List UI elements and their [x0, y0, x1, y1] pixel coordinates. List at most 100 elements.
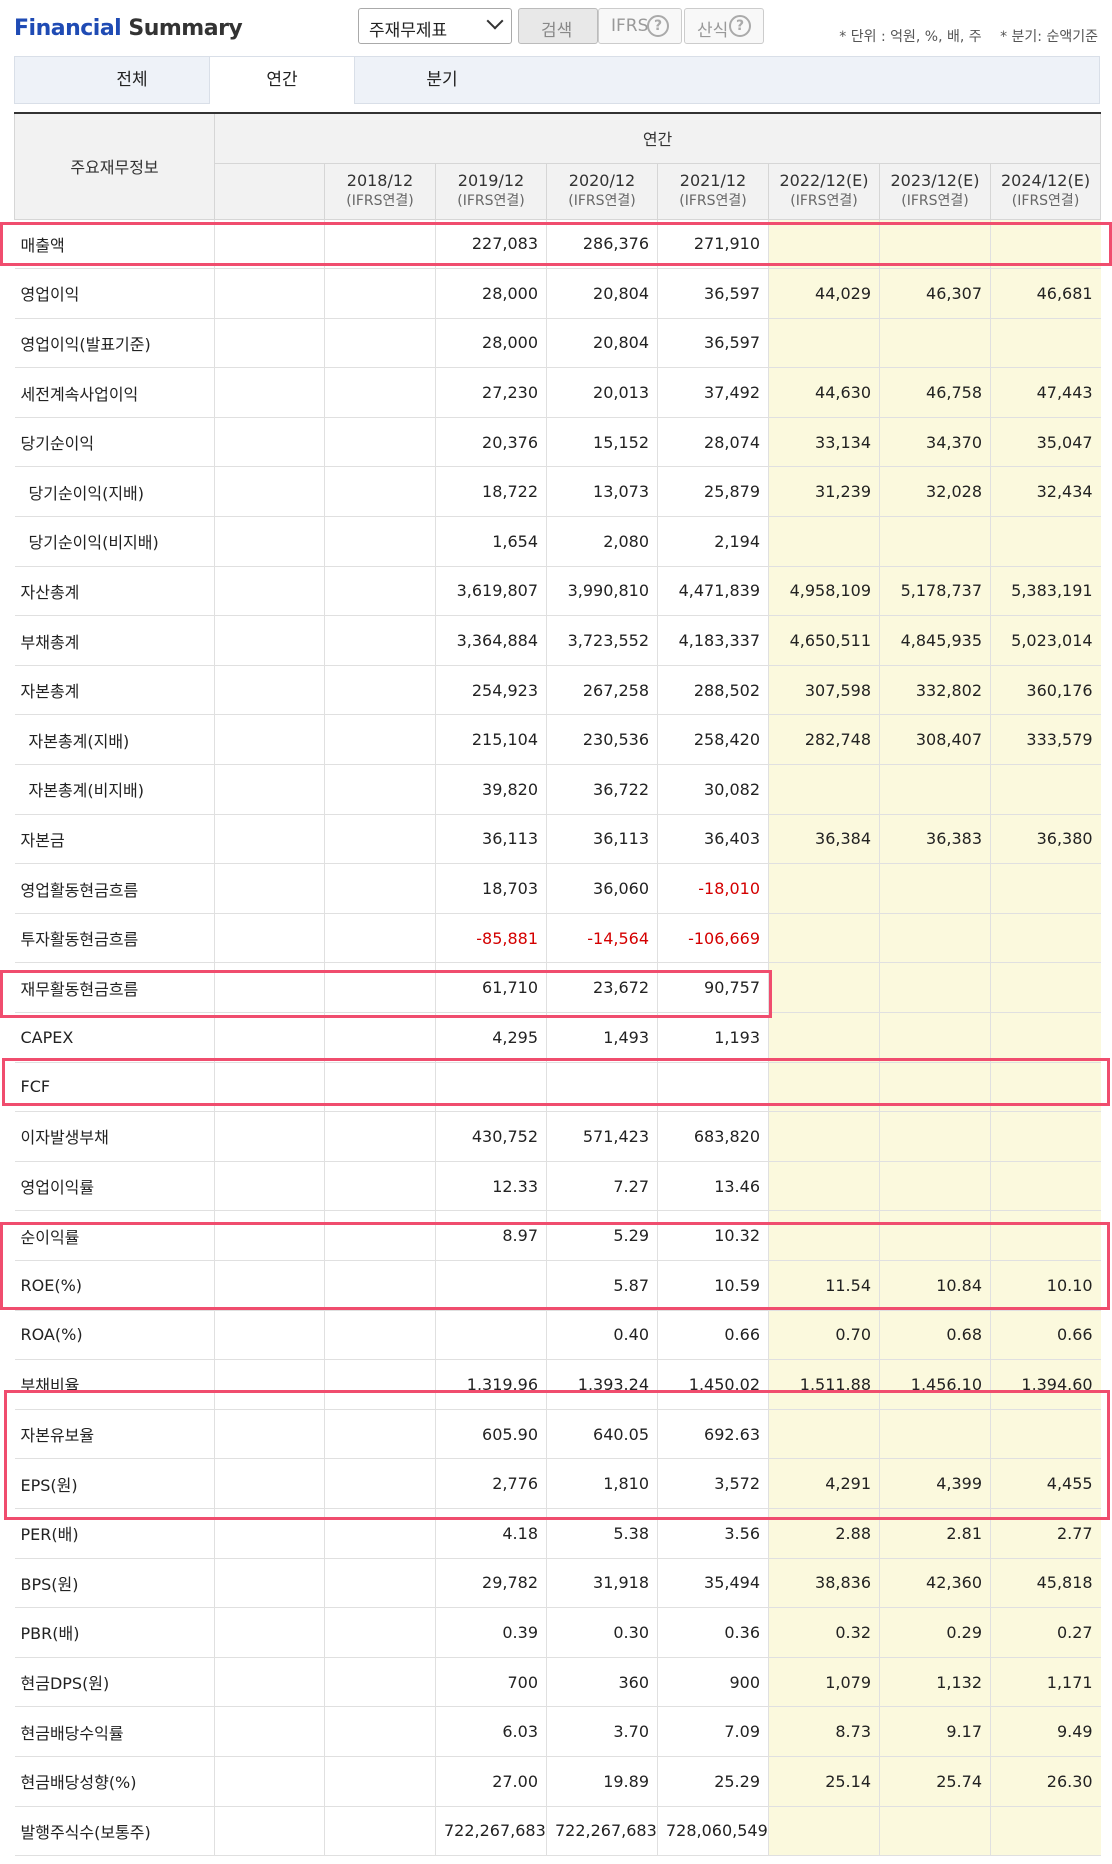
basis-label: (IFRS연결) [901, 193, 969, 209]
value-cell: 4,291 [768, 1458, 880, 1509]
row-label: 자본금 [14, 814, 215, 865]
value-cell: 19.89 [546, 1756, 658, 1807]
row-label: 현금배당성향(%) [14, 1756, 215, 1807]
value-cell: 271,910 [657, 219, 769, 270]
value-cell: 1,171 [989, 1657, 1101, 1708]
value-cell: 1,511.88 [768, 1359, 880, 1410]
value-cell: 20,804 [546, 318, 658, 369]
value-cell: 227,083 [435, 219, 547, 270]
value-cell: 0.66 [657, 1310, 769, 1361]
value-cell: 9.49 [989, 1706, 1101, 1757]
value-cell [324, 814, 436, 865]
value-cell [989, 913, 1101, 964]
blank-cell [214, 714, 325, 766]
value-cell [324, 615, 436, 666]
value-cell [324, 1458, 436, 1509]
tab-quarterly[interactable]: 분기 [369, 57, 515, 103]
row-label: EPS(원) [14, 1458, 215, 1509]
value-cell: 13,073 [546, 466, 658, 518]
value-cell [324, 1210, 436, 1261]
value-cell: 0.70 [768, 1310, 880, 1361]
value-cell [768, 1111, 880, 1162]
tab-annual[interactable]: 연간 [209, 56, 355, 104]
value-cell: 4,295 [435, 1012, 547, 1063]
value-cell [989, 1012, 1101, 1063]
value-cell [324, 566, 436, 617]
formula-button[interactable]: 산식 ? [684, 8, 764, 44]
year-header: 2020/12 (IFRS연결) [546, 162, 658, 220]
tab-all[interactable]: 전체 [59, 57, 205, 103]
value-cell: 728,060,549 [657, 1806, 769, 1857]
statement-type-select[interactable]: 주재무제표 [358, 8, 512, 44]
value-cell [324, 714, 436, 766]
value-cell: 5.29 [546, 1210, 658, 1261]
ifrs-button[interactable]: IFRS ? [598, 8, 682, 44]
value-cell [879, 1161, 991, 1212]
row-label: 재무활동현금흐름 [14, 962, 215, 1013]
value-cell [324, 268, 436, 319]
value-cell [879, 863, 991, 914]
value-cell: 1,456.10 [879, 1359, 991, 1410]
blank-cell [214, 1756, 325, 1807]
value-cell: 360,176 [989, 665, 1101, 716]
value-cell [324, 1409, 436, 1460]
value-cell: 700 [435, 1657, 547, 1708]
value-cell [324, 913, 436, 964]
blank-cell [214, 1607, 325, 1658]
value-cell: 5,023,014 [989, 615, 1101, 666]
value-cell: 25.14 [768, 1756, 880, 1807]
value-cell: 360 [546, 1657, 658, 1708]
value-cell [989, 1806, 1101, 1857]
value-cell [657, 1062, 769, 1113]
value-cell [989, 1210, 1101, 1261]
value-cell [879, 219, 991, 270]
blank-cell [214, 367, 325, 418]
value-cell: 31,918 [546, 1558, 658, 1609]
row-label: 매출액 [14, 219, 215, 270]
value-cell: 4,958,109 [768, 566, 880, 617]
value-cell [989, 1111, 1101, 1162]
value-cell: 4,650,511 [768, 615, 880, 666]
value-cell [324, 665, 436, 716]
table-body: 매출액 227,083 286,376 271,910 영업이익 28,000 20,804… [14, 219, 1101, 1857]
table-row: PER(배) 4.18 5.38 3.56 2.88 2.81 2.77 [14, 1508, 1101, 1559]
quarter-note: * 분기: 순액기준 [1000, 29, 1098, 45]
value-cell: 44,630 [768, 367, 880, 418]
row-label: PER(배) [14, 1508, 215, 1559]
value-cell: -106,669 [657, 913, 769, 964]
row-label: 자본총계(지배) [14, 714, 215, 766]
statement-type-value: 주재무제표 [369, 21, 448, 41]
value-cell: 20,013 [546, 367, 658, 418]
table-row: 자본유보율 605.90 640.05 692.63 [14, 1409, 1101, 1460]
help-icon: ? [729, 15, 751, 37]
value-cell: 20,376 [435, 417, 547, 468]
blank-cell [214, 913, 325, 964]
table-row: CAPEX 4,295 1,493 1,193 [14, 1012, 1101, 1063]
value-cell: 36,113 [546, 814, 658, 865]
value-cell [324, 367, 436, 418]
value-cell: 47,443 [989, 367, 1101, 418]
year-label: 2018/12 [346, 171, 414, 190]
value-cell: 7.27 [546, 1161, 658, 1212]
value-cell [879, 318, 991, 369]
blank-cell [214, 1012, 325, 1063]
value-cell: 7.09 [657, 1706, 769, 1757]
table-row: 현금DPS(원) 700 360 900 1,079 1,132 1,171 [14, 1657, 1101, 1708]
value-cell [879, 913, 991, 964]
value-cell: 38,836 [768, 1558, 880, 1609]
value-cell [324, 417, 436, 468]
value-cell: 61,710 [435, 962, 547, 1013]
blank-cell [214, 1310, 325, 1361]
year-label: 2021/12 [679, 171, 747, 190]
search-button[interactable]: 검색 [518, 8, 598, 44]
chevron-down-icon [486, 12, 504, 30]
value-cell: 33,134 [768, 417, 880, 468]
value-cell: 36,597 [657, 268, 769, 319]
basis-label: (IFRS연결) [457, 193, 525, 209]
blank-cell [214, 764, 325, 815]
value-cell [768, 1409, 880, 1460]
value-cell [768, 863, 880, 914]
row-label: 영업이익 [14, 268, 215, 319]
blank-cell [214, 1210, 325, 1261]
value-cell [989, 764, 1101, 815]
